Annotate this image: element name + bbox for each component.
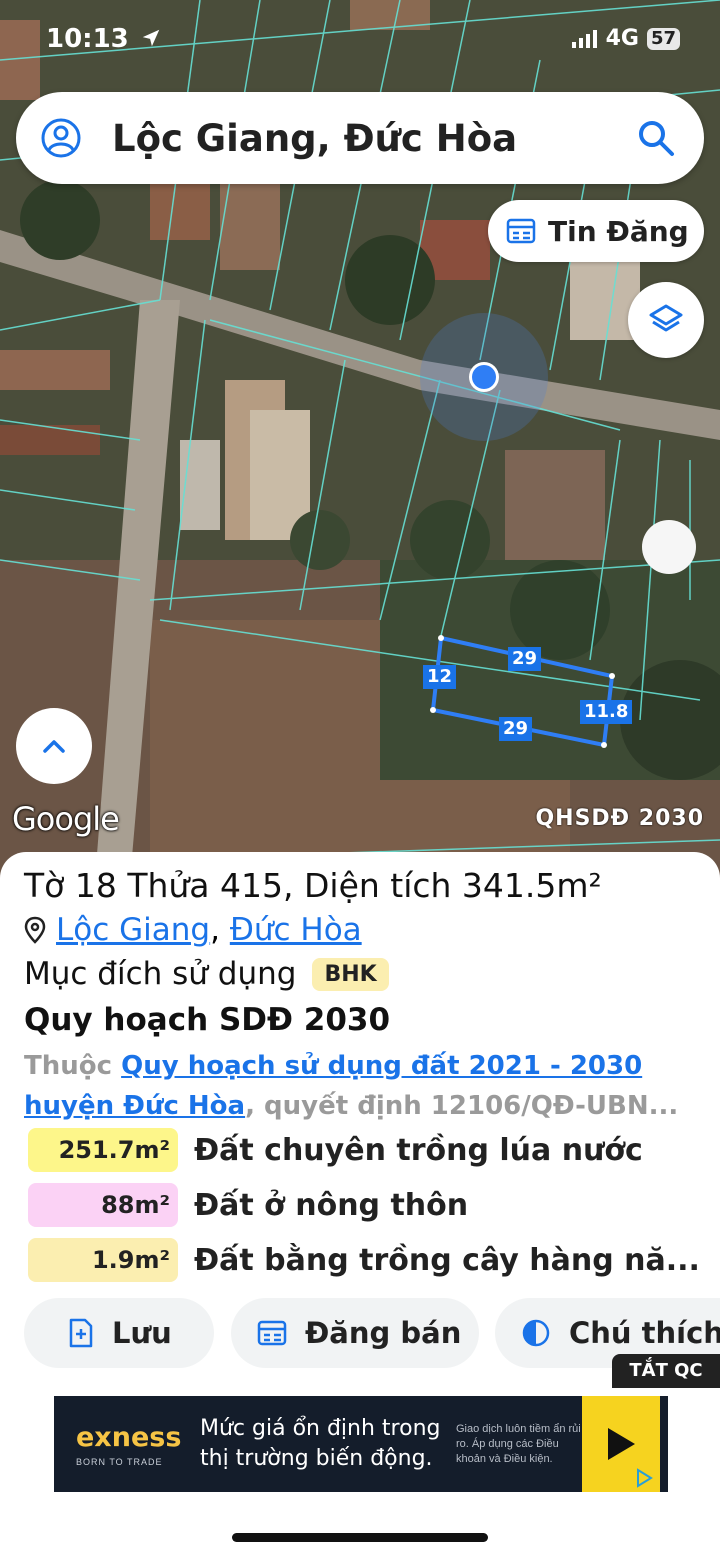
post-sale-label: Đăng bán xyxy=(305,1316,462,1350)
expand-button[interactable] xyxy=(16,708,92,784)
parcel-title: Tờ 18 Thửa 415, Diện tích 341.5m² xyxy=(24,866,602,905)
land-use-name: Đất ở nông thôn xyxy=(194,1187,469,1223)
search-icon[interactable] xyxy=(636,118,676,158)
hide-ads-button[interactable]: TẮT QC xyxy=(612,1354,720,1388)
ad-play-button[interactable] xyxy=(582,1396,660,1492)
plan-source-suffix: , quyết định 12106/QĐ-UBN... xyxy=(245,1091,679,1121)
map-handle[interactable] xyxy=(642,520,696,574)
save-label: Lưu xyxy=(112,1316,172,1350)
district-link[interactable]: Đức Hòa xyxy=(230,912,362,948)
location-pin-icon xyxy=(24,916,46,944)
parcel-location: Lộc Giang, Đức Hòa xyxy=(24,912,362,948)
commune-link[interactable]: Lộc Giang xyxy=(56,912,210,948)
layers-icon xyxy=(649,304,683,332)
land-use-name: Đất chuyên trồng lúa nước xyxy=(194,1132,643,1168)
purpose-label: Mục đích sử dụng xyxy=(24,956,297,992)
land-use-name: Đất bằng trồng cây hàng nă... xyxy=(194,1242,700,1278)
layers-button[interactable] xyxy=(628,282,704,358)
dimension-left-label: 12 xyxy=(423,665,457,689)
location-separator: , xyxy=(210,912,220,948)
ad-tagline: BORN TO TRADE xyxy=(76,1456,163,1467)
save-icon xyxy=(69,1318,93,1348)
land-use-row: 251.7m² Đất chuyên trồng lúa nước xyxy=(28,1128,643,1172)
map-layer-label: QHSDĐ 2030 xyxy=(535,806,704,831)
ad-logo: exness BORN TO TRADE xyxy=(54,1422,192,1467)
location-arrow-icon xyxy=(142,29,160,47)
map-view[interactable]: 29 12 29 11.8 10:13 4G 57 Lộc Giang, Đức… xyxy=(0,0,720,880)
post-sale-button[interactable]: Đăng bán xyxy=(231,1298,479,1368)
signal-icon xyxy=(571,29,597,48)
land-purpose: Mục đích sử dụng BHK xyxy=(24,956,389,992)
home-indicator[interactable] xyxy=(232,1533,488,1542)
listings-button[interactable]: Tin Đăng xyxy=(488,200,704,262)
listing-icon xyxy=(257,1320,287,1346)
google-logo: Google xyxy=(12,800,120,838)
contrast-icon xyxy=(522,1319,550,1347)
dimension-bottom-label: 29 xyxy=(499,717,533,741)
plan-title: Quy hoạch SDĐ 2030 xyxy=(24,1002,391,1038)
status-right: 4G 57 xyxy=(571,26,680,51)
search-title[interactable]: Lộc Giang, Đức Hòa xyxy=(112,117,636,160)
dimension-right-label: 11.8 xyxy=(580,700,633,724)
save-button[interactable]: Lưu xyxy=(24,1298,214,1368)
ad-message: Mức giá ổn định trong thị trường biến độ… xyxy=(200,1416,441,1471)
land-use-row: 1.9m² Đất bằng trồng cây hàng nă... xyxy=(28,1238,700,1282)
listings-label: Tin Đăng xyxy=(548,214,689,248)
time-text: 10:13 xyxy=(46,24,129,54)
plan-source: Thuộc Quy hoạch sử dụng đất 2021 - 2030 … xyxy=(24,1046,704,1126)
purpose-code-badge: BHK xyxy=(312,957,389,991)
plan-source-prefix: Thuộc xyxy=(24,1051,113,1081)
adchoices-icon[interactable] xyxy=(634,1468,654,1488)
legend-label: Chú thích xyxy=(569,1316,720,1350)
dimension-top-label: 29 xyxy=(508,647,542,671)
battery-icon: 57 xyxy=(646,27,680,50)
search-bar[interactable]: Lộc Giang, Đức Hòa xyxy=(16,92,704,184)
network-type: 4G xyxy=(605,26,639,51)
status-bar: 10:13 4G 57 xyxy=(0,24,720,58)
status-time: 10:13 xyxy=(46,24,162,54)
land-use-area: 1.9m² xyxy=(28,1238,178,1282)
land-use-area: 88m² xyxy=(28,1183,178,1227)
chevron-up-icon xyxy=(43,740,65,753)
ad-banner[interactable]: exness BORN TO TRADE Mức giá ổn định tro… xyxy=(54,1396,668,1492)
land-use-row: 88m² Đất ở nông thôn xyxy=(28,1183,468,1227)
account-icon[interactable] xyxy=(40,117,82,159)
ad-disclaimer: Giao dịch luôn tiềm ẩn rủi ro. Áp dụng c… xyxy=(456,1422,581,1465)
ad-brand: exness xyxy=(76,1421,182,1453)
listings-icon xyxy=(506,218,536,244)
parcel-info-sheet: Tờ 18 Thửa 415, Diện tích 341.5m² Lộc Gi… xyxy=(0,852,720,1392)
play-icon xyxy=(608,1428,635,1460)
land-use-area: 251.7m² xyxy=(28,1128,178,1172)
